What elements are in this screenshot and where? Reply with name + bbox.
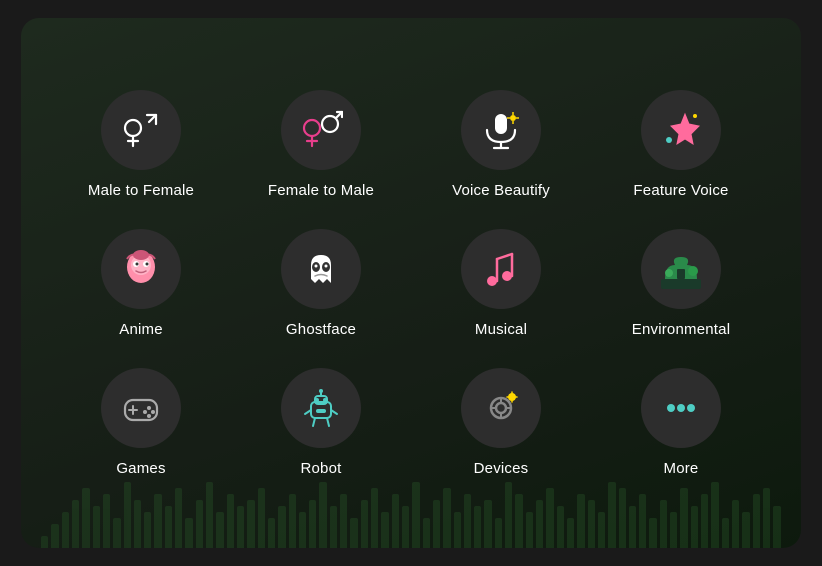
voice-effects-grid: Male to Female Female to Male Voice Beau…: [21, 60, 801, 507]
more-label: More: [664, 460, 699, 477]
eq-bar: [598, 512, 605, 548]
male-to-female-icon-circle: [101, 90, 181, 170]
eq-bar: [484, 500, 491, 548]
eq-bar: [402, 506, 409, 548]
eq-bar: [454, 512, 461, 548]
female-to-male-label: Female to Male: [268, 182, 374, 199]
eq-bar: [216, 512, 223, 548]
eq-bar: [268, 518, 275, 548]
item-devices[interactable]: Devices: [411, 358, 591, 487]
musical-icon-circle: [461, 229, 541, 309]
eq-bar: [649, 518, 656, 548]
voice-beautify-label: Voice Beautify: [452, 182, 550, 199]
eq-bar: [526, 512, 533, 548]
anime-icon-circle: [101, 229, 181, 309]
item-male-to-female[interactable]: Male to Female: [51, 80, 231, 209]
item-feature-voice[interactable]: Feature Voice: [591, 80, 771, 209]
musical-label: Musical: [475, 321, 527, 338]
eq-bar: [742, 512, 749, 548]
ghostface-label: Ghostface: [286, 321, 356, 338]
eq-bar: [629, 506, 636, 548]
item-more[interactable]: More: [591, 358, 771, 487]
eq-bar: [330, 506, 337, 548]
item-environmental[interactable]: Environmental: [591, 219, 771, 348]
devices-icon-circle: [461, 368, 541, 448]
games-icon-circle: [101, 368, 181, 448]
item-games[interactable]: Games: [51, 358, 231, 487]
robot-label: Robot: [300, 460, 341, 477]
eq-bar: [72, 500, 79, 548]
feature-voice-icon-circle: [641, 90, 721, 170]
item-robot[interactable]: Robot: [231, 358, 411, 487]
item-musical[interactable]: Musical: [411, 219, 591, 348]
feature-voice-label: Feature Voice: [633, 182, 728, 199]
eq-bar: [41, 536, 48, 548]
eq-bar: [361, 500, 368, 548]
eq-bar: [433, 500, 440, 548]
eq-bar: [299, 512, 306, 548]
main-card: Male to Female Female to Male Voice Beau…: [21, 18, 801, 548]
environmental-label: Environmental: [632, 321, 730, 338]
male-to-female-label: Male to Female: [88, 182, 194, 199]
games-label: Games: [116, 460, 165, 477]
eq-bar: [423, 518, 430, 548]
environmental-icon-circle: [641, 229, 721, 309]
eq-bar: [134, 500, 141, 548]
eq-bar: [691, 506, 698, 548]
eq-bar: [567, 518, 574, 548]
eq-bar: [165, 506, 172, 548]
more-icon-circle: [641, 368, 721, 448]
eq-bar: [557, 506, 564, 548]
anime-label: Anime: [119, 321, 163, 338]
eq-bar: [196, 500, 203, 548]
item-voice-beautify[interactable]: Voice Beautify: [411, 80, 591, 209]
eq-bar: [670, 512, 677, 548]
voice-beautify-icon-circle: [461, 90, 541, 170]
devices-label: Devices: [474, 460, 529, 477]
eq-bar: [113, 518, 120, 548]
item-female-to-male[interactable]: Female to Male: [231, 80, 411, 209]
item-anime[interactable]: Anime: [51, 219, 231, 348]
eq-bar: [247, 500, 254, 548]
eq-bar: [660, 500, 667, 548]
eq-bar: [51, 524, 58, 548]
eq-bar: [350, 518, 357, 548]
eq-bar: [495, 518, 502, 548]
eq-bar: [588, 500, 595, 548]
ghostface-icon-circle: [281, 229, 361, 309]
eq-bar: [62, 512, 69, 548]
eq-bar: [474, 506, 481, 548]
eq-bar: [144, 512, 151, 548]
eq-bar: [732, 500, 739, 548]
eq-bar: [722, 518, 729, 548]
eq-bar: [309, 500, 316, 548]
eq-bar: [381, 512, 388, 548]
eq-bar: [536, 500, 543, 548]
eq-bar: [278, 506, 285, 548]
eq-bar: [237, 506, 244, 548]
eq-bar: [93, 506, 100, 548]
eq-bar: [773, 506, 780, 548]
female-to-male-icon-circle: [281, 90, 361, 170]
eq-bar: [185, 518, 192, 548]
robot-icon-circle: [281, 368, 361, 448]
item-ghostface[interactable]: Ghostface: [231, 219, 411, 348]
